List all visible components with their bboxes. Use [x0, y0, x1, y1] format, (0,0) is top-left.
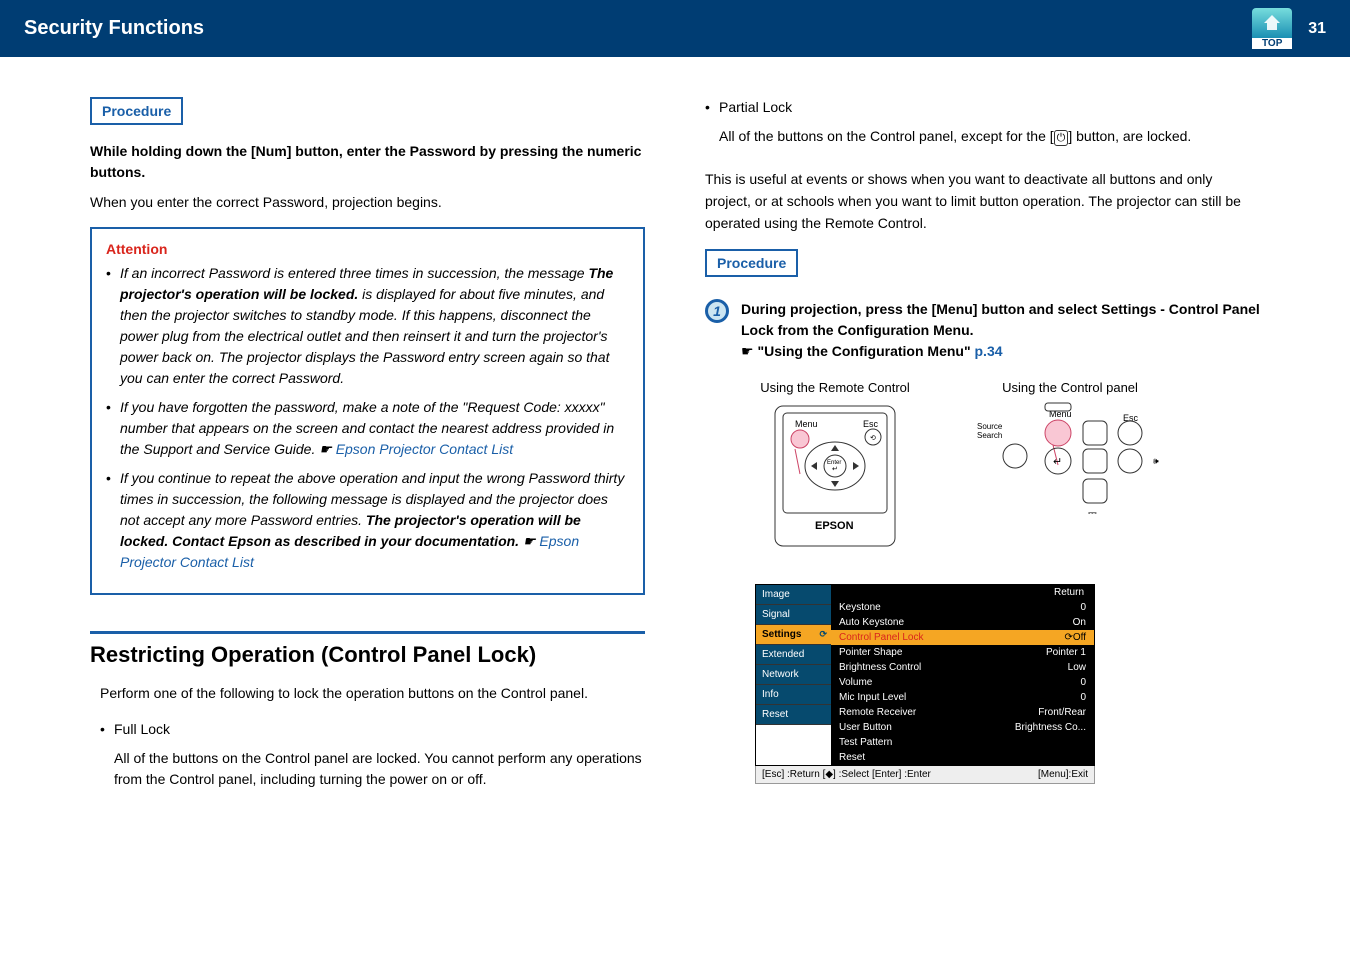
attention-item: If you continue to repeat the above oper… — [106, 468, 629, 573]
menu-row[interactable]: Keystone0 — [831, 600, 1094, 615]
cfg-link-text: "Using the Configuration Menu" — [757, 343, 970, 359]
procedure-label: Procedure — [705, 249, 798, 277]
return-label[interactable]: Return — [831, 585, 1094, 600]
menu-row[interactable]: Reset — [831, 750, 1094, 765]
menu-tab[interactable]: Signal — [756, 605, 831, 625]
menu-row[interactable]: Volume0 — [831, 675, 1094, 690]
text: All of the buttons on the Control panel,… — [719, 128, 1054, 144]
menu-screenshot: Image Signal Settings Extended Network I… — [755, 584, 1095, 784]
step-text: During projection, press the [Menu] butt… — [741, 299, 1260, 341]
remote-diagram: Using the Remote Control Menu Esc ⟲ Ente… — [755, 380, 915, 554]
panel-title: Using the Control panel — [975, 380, 1165, 395]
menu-tabs: Image Signal Settings Extended Network I… — [756, 585, 831, 765]
menu-label: Menu — [795, 419, 818, 429]
text: ] button, are locked. — [1068, 128, 1191, 144]
menu-row-highlight[interactable]: Control Panel Lock⟳Off — [831, 630, 1094, 645]
step-number: 1 — [705, 299, 729, 323]
home-icon — [1252, 8, 1292, 38]
attention-item: If an incorrect Password is entered thre… — [106, 263, 629, 389]
procedure-label: Procedure — [90, 97, 183, 125]
partial-lock-label: Partial Lock — [719, 99, 792, 115]
lock-list-cont: Partial Lock — [705, 97, 1260, 118]
menu-tab[interactable]: Reset — [756, 705, 831, 725]
left-column: Procedure While holding down the [Num] b… — [90, 97, 645, 803]
attention-list: If an incorrect Password is entered thre… — [106, 263, 629, 573]
svg-text:🕪: 🕪 — [1153, 456, 1159, 466]
attention-item: If you have forgotten the password, make… — [106, 397, 629, 460]
header-right: TOP 31 — [1252, 8, 1326, 49]
page-number: 31 — [1308, 20, 1326, 38]
text: If an incorrect Password is entered thre… — [120, 265, 588, 281]
full-lock-label: Full Lock — [114, 721, 170, 737]
page-header: Security Functions TOP 31 — [0, 0, 1350, 57]
menu-row[interactable]: User ButtonBrightness Co... — [831, 720, 1094, 735]
list-item: Full Lock — [100, 719, 645, 740]
svg-text:⎓: ⎓ — [1088, 507, 1097, 519]
remote-svg: Menu Esc ⟲ Enter ↵ EPSON — [755, 401, 915, 551]
bar-left: [Esc] :Return [◆] :Select [Enter] :Enter — [762, 769, 931, 780]
menu-tab[interactable]: Image — [756, 585, 831, 605]
attention-title: Attention — [106, 241, 629, 257]
right-column: Partial Lock All of the buttons on the C… — [705, 97, 1260, 803]
menu-row[interactable]: Pointer ShapePointer 1 — [831, 645, 1094, 660]
step-body: During projection, press the [Menu] butt… — [741, 299, 1260, 362]
pointer-icon: ☛ — [319, 441, 335, 457]
top-nav-icon[interactable]: TOP — [1252, 8, 1292, 49]
menu-row[interactable]: Remote ReceiverFront/Rear — [831, 705, 1094, 720]
menu-help-bar: [Esc] :Return [◆] :Select [Enter] :Enter… — [755, 766, 1095, 784]
menu-tab[interactable]: Network — [756, 665, 831, 685]
section-rule — [90, 631, 645, 634]
top-label: TOP — [1252, 38, 1292, 49]
lock-list: Full Lock — [90, 719, 645, 740]
svg-text:⟲: ⟲ — [870, 435, 876, 442]
pointer-icon: ☛ — [741, 343, 757, 359]
partial-lock-body: All of the buttons on the Control panel,… — [719, 126, 1260, 148]
section-title: Restricting Operation (Control Panel Loc… — [90, 642, 645, 668]
source-label: Source — [977, 422, 1003, 431]
svg-text:↵: ↵ — [1053, 456, 1062, 468]
attention-box: Attention If an incorrect Password is en… — [90, 227, 645, 595]
menu-row[interactable]: Auto KeystoneOn — [831, 615, 1094, 630]
contact-link[interactable]: Epson Projector Contact List — [336, 441, 513, 457]
brand-label: EPSON — [815, 520, 854, 532]
diagrams: Using the Remote Control Menu Esc ⟲ Ente… — [755, 380, 1260, 554]
menu-tab[interactable]: Extended — [756, 645, 831, 665]
menu-tab[interactable]: Info — [756, 685, 831, 705]
search-label: Search — [977, 431, 1002, 440]
pointer-icon: ☛ — [523, 533, 539, 549]
svg-text:↵: ↵ — [832, 466, 838, 473]
menu-items: Return Keystone0 Auto KeystoneOn Control… — [831, 585, 1094, 765]
menu-row[interactable]: Test Pattern — [831, 735, 1094, 750]
cfg-page-link[interactable]: p.34 — [975, 343, 1003, 359]
cfg-link-row: ☛ "Using the Configuration Menu" p.34 — [741, 341, 1260, 362]
useful-text: This is useful at events or shows when y… — [705, 168, 1260, 235]
content: Procedure While holding down the [Num] b… — [0, 57, 1350, 843]
header-title: Security Functions — [24, 17, 204, 40]
instruction-result: When you enter the correct Password, pro… — [90, 191, 645, 213]
full-lock-body: All of the buttons on the Control panel … — [114, 748, 645, 791]
panel-diagram: Using the Control panel Menu Esc Source … — [975, 380, 1165, 554]
remote-title: Using the Remote Control — [755, 380, 915, 395]
instruction-bold: While holding down the [Num] button, ent… — [90, 141, 645, 183]
bar-right: [Menu]:Exit — [1038, 769, 1088, 780]
menu-row[interactable]: Mic Input Level0 — [831, 690, 1094, 705]
esc-label: Esc — [863, 419, 879, 429]
menu-tab-selected[interactable]: Settings — [756, 625, 831, 645]
menu-row[interactable]: Brightness ControlLow — [831, 660, 1094, 675]
panel-svg: Menu Esc Source Search ↵ 🕪 ⎓ — [975, 401, 1165, 531]
step-row: 1 During projection, press the [Menu] bu… — [705, 299, 1260, 362]
power-icon: ⏻ — [1054, 130, 1069, 146]
list-item: Partial Lock — [705, 97, 1260, 118]
section-intro: Perform one of the following to lock the… — [100, 682, 645, 704]
